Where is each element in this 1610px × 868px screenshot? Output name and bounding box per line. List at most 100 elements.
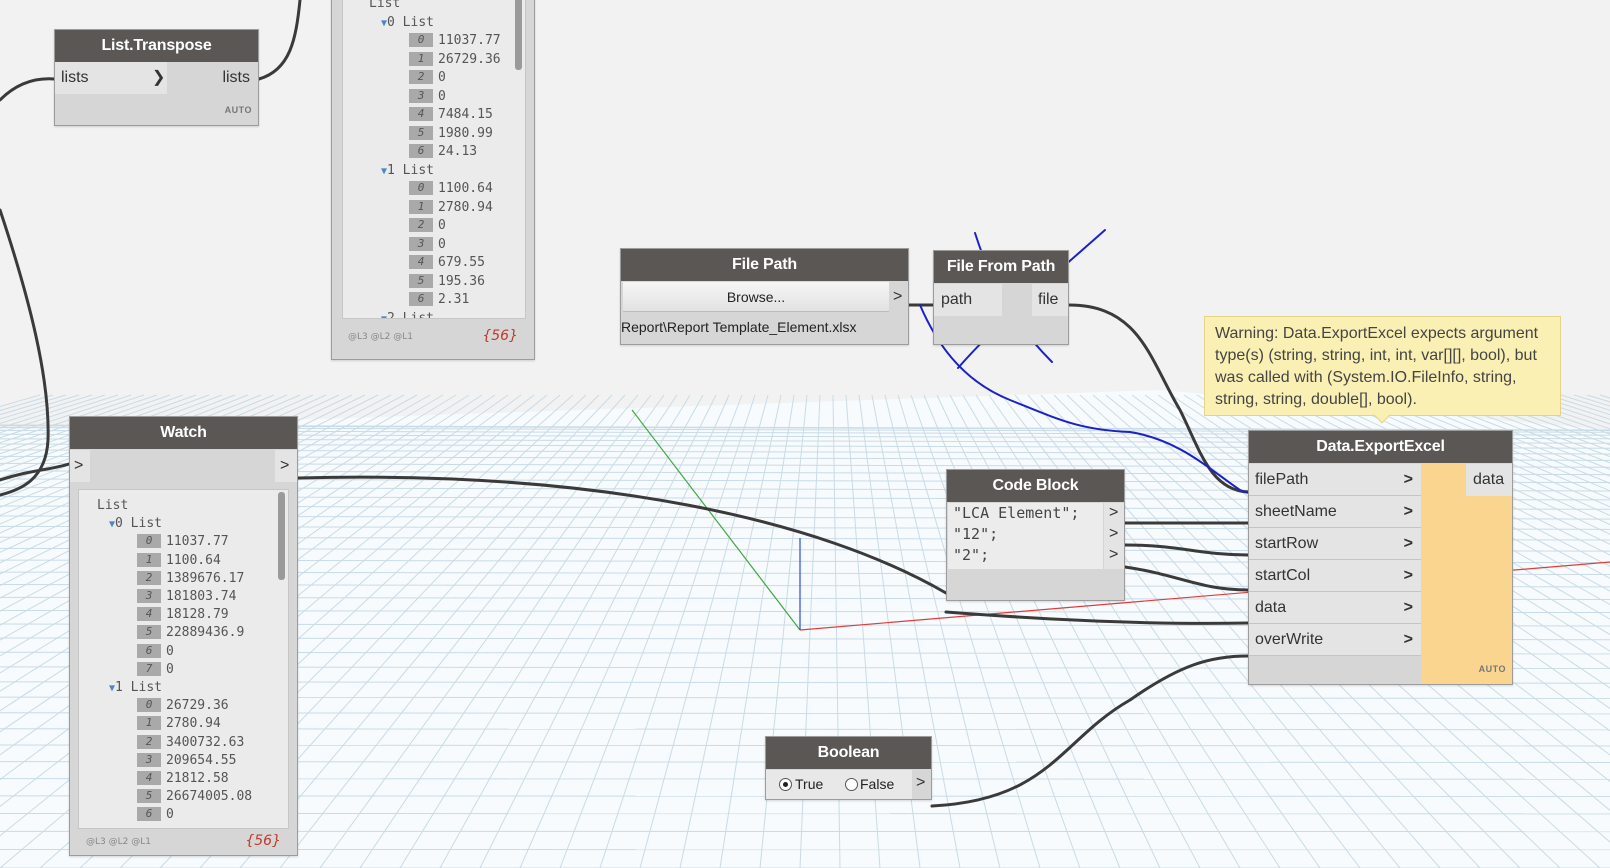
wire[interactable] [0,77,56,102]
input-arrow: > [74,457,84,474]
watch-list-panel[interactable]: List ▼0 List 0 11037.77 1 26729.36 2 0 3 0 4 7484.1… [342,0,526,319]
item-index: 1 [137,716,161,731]
list-item: 2 3400732.63 [137,734,244,750]
list-item: 30 [409,88,446,104]
true-label: True [795,776,824,792]
graph-canvas[interactable]: List.Transpose lists ❯ lists AUTO List ▼0… [0,0,1610,868]
wire[interactable] [944,610,1250,625]
input-port[interactable]: path [934,284,1002,316]
item-value: 1100.64 [438,181,493,196]
list-item: 6 24.13 [409,144,477,159]
item-value: 21812.58 [166,771,229,786]
watch-node[interactable]: Watch > > List ▼0 List 0 11037.77 1 1100.64 2 1… [69,416,298,856]
input-port-overwrite[interactable]: overWrite > [1249,624,1421,656]
output-port[interactable]: > [916,767,925,799]
sublist-label: 0 List [115,516,162,532]
browse-button[interactable]: Browse... [623,282,889,312]
list-item: 0 1100.64 [409,181,493,196]
input-port-sheetname[interactable]: sheetName > [1249,496,1421,528]
list-item: 0 11037.77 [409,33,501,48]
scrollbar[interactable] [278,492,285,580]
list-item: 30 [409,236,446,252]
list-header: List [369,0,401,11]
list-item: 3 181803.74 [137,589,236,604]
list-transpose-node[interactable]: List.Transpose lists ❯ lists AUTO [54,29,259,126]
item-index: 4 [137,607,161,622]
node-title: Watch [70,417,297,449]
item-index: 0 [409,181,433,195]
item-value: 0 [438,236,446,252]
watch-node-top[interactable]: List ▼0 List 0 11037.77 1 26729.36 2 0 3 0 4 7484.1… [331,0,535,360]
boolean-node[interactable]: Boolean True False > [765,736,932,800]
item-value: 2780.94 [438,199,493,215]
sublist-label: 2 List [387,310,434,319]
wire[interactable] [257,0,302,81]
item-index: 6 [409,292,433,306]
list-item: 4 18128.79 [137,607,229,622]
code-line: "2"; [953,546,990,564]
item-count: {56} [245,833,281,849]
wire[interactable] [0,208,50,497]
item-value: 18128.79 [166,607,229,623]
item-value: 7484.15 [438,107,493,122]
item-index: 2 [409,218,433,232]
browse-label: Browse... [726,289,786,305]
port-label: file [1038,291,1059,308]
port-label: filePath [1255,471,1309,488]
item-index: 1 [409,199,433,214]
input-port-startrow[interactable]: startRow > [1249,528,1421,560]
output-port[interactable]: lists [222,62,250,94]
list-item: 5 1980.99 [409,125,493,141]
node-title: Data.ExportExcel [1249,431,1512,463]
wire[interactable] [296,475,948,595]
wire[interactable] [1123,543,1250,557]
item-value: 181803.74 [166,589,237,604]
wire[interactable] [1123,565,1250,592]
code-editor[interactable]: "LCA Element"; "12"; "2"; [948,503,1103,569]
output-port[interactable]: > [893,281,902,313]
lacing-tag[interactable]: AUTO [225,105,252,115]
code-block-node[interactable]: Code Block "LCA Element"; "12"; "2"; > > > [946,469,1125,601]
input-port[interactable]: lists ❯ [55,62,167,94]
input-port-filepath[interactable]: filePath > [1249,464,1421,496]
list-item: 2 1389676.17 [137,570,244,586]
output-port[interactable]: > [1109,539,1118,571]
lacing-tag[interactable]: AUTO [1479,664,1506,674]
input-port-startcol[interactable]: startCol > [1249,560,1421,592]
item-value: 26729.36 [166,698,229,714]
output-arrow: > [280,457,290,474]
output-port[interactable]: file [1032,284,1068,316]
wire[interactable] [930,654,1250,808]
port-label: startCol [1255,567,1311,584]
list-item: 60 [137,807,174,822]
item-index: 0 [137,534,161,549]
item-index: 3 [409,236,433,251]
item-value: 26674005.08 [166,789,253,805]
list-item: 70 [137,661,174,677]
file-path-node[interactable]: File Path Browse... > Report\Report Temp… [620,248,909,345]
data-export-excel-node[interactable]: Data.ExportExcel filePath > sheetName > star… [1248,430,1513,685]
node-title: File Path [621,249,908,281]
input-port[interactable]: > [70,450,90,482]
warning-text: Warning: Data.ExportExcel expects argume… [1215,325,1539,408]
output-port[interactable]: data [1466,464,1512,496]
item-index: 4 [409,255,433,269]
watch-list-panel[interactable]: List ▼0 List 0 11037.77 1 1100.64 2 1389676.17 3… [78,489,289,829]
list-item: 20 [409,218,446,233]
list-item: 1 26729.36 [409,51,501,67]
file-from-path-node[interactable]: File From Path path file [933,250,1069,345]
item-index: 7 [137,661,161,676]
input-port-data[interactable]: data > [1249,592,1421,624]
sublist-header: ▼2 List [381,310,434,319]
item-index: 2 [137,570,161,585]
node-title: File From Path [934,251,1068,283]
true-radio[interactable] [779,778,792,791]
false-radio[interactable] [845,778,858,791]
item-value: 0 [438,88,446,104]
item-value: 0 [438,70,446,85]
item-index: 5 [409,273,433,288]
item-value: 24.13 [438,144,478,159]
output-port[interactable]: > [275,450,297,482]
list-header: List [97,498,129,513]
scrollbar[interactable] [515,0,522,70]
